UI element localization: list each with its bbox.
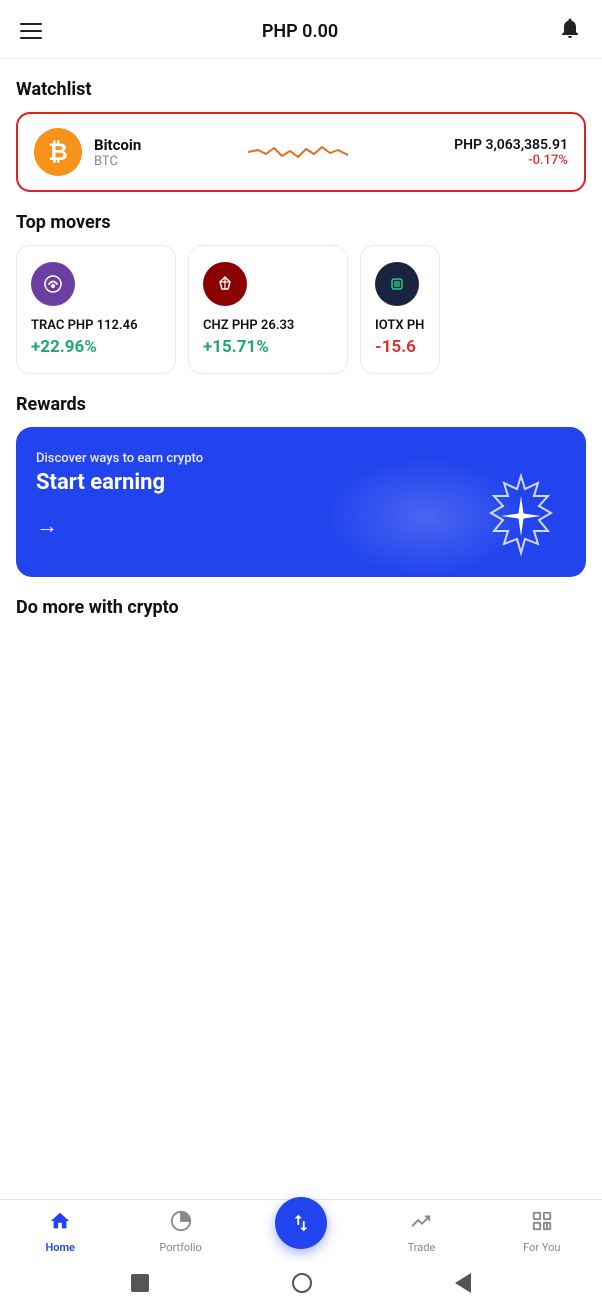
bitcoin-price-info: PHP 3,063,385.91 -0.17% (454, 137, 568, 168)
bitcoin-price: PHP 3,063,385.91 (454, 137, 568, 153)
iotx-symbol: IOTX (375, 318, 404, 333)
trac-logo (31, 262, 75, 306)
trac-ticker-price: TRAC PHP 112.46 (31, 318, 161, 333)
rewards-card[interactable]: Discover ways to earn crypto Start earni… (16, 427, 586, 577)
iotx-ticker-price: IOTX PH (375, 318, 425, 333)
portfolio-icon (170, 1210, 192, 1238)
notification-bell-icon[interactable] (558, 16, 582, 46)
bitcoin-logo: ₿ (34, 128, 82, 176)
bitcoin-change: -0.17% (454, 153, 568, 168)
trade-icon (410, 1210, 432, 1238)
iotx-mover-card[interactable]: IOTX PH -15.6 (360, 245, 440, 374)
main-scroll-area: Watchlist ₿ Bitcoin BTC PHP 3,063,385.91… (0, 59, 602, 1233)
chz-ticker-price: CHZ PHP 26.33 (203, 318, 333, 333)
nav-item-swap[interactable] (241, 1215, 361, 1249)
rewards-subtitle: Discover ways to earn crypto (36, 451, 566, 466)
rewards-badge-icon (476, 471, 566, 561)
bitcoin-icon: ₿ (48, 138, 68, 167)
nav-label-portfolio: Portfolio (159, 1241, 201, 1254)
swap-button[interactable] (275, 1197, 327, 1249)
bitcoin-info: Bitcoin BTC (94, 136, 141, 169)
menu-button[interactable] (20, 23, 42, 39)
chz-change: +15.71% (203, 337, 333, 357)
home-icon (49, 1210, 71, 1238)
nav-item-portfolio[interactable]: Portfolio (120, 1210, 240, 1254)
nav-label-home: Home (45, 1241, 75, 1254)
nav-item-trade[interactable]: Trade (361, 1210, 481, 1254)
top-movers-row: TRAC PHP 112.46 +22.96% CHZ PHP 26.33 +1… (16, 245, 586, 374)
android-recent-button[interactable] (292, 1273, 312, 1293)
trac-symbol: TRAC (31, 318, 64, 333)
iotx-change: -15.6 (375, 337, 425, 357)
bitcoin-watchlist-card[interactable]: ₿ Bitcoin BTC PHP 3,063,385.91 -0.17% (16, 112, 586, 192)
nav-label-foryou: For You (523, 1241, 560, 1254)
bottom-navigation: Home Portfolio Trade (0, 1199, 602, 1262)
android-home-button[interactable] (131, 1274, 149, 1292)
android-system-nav (0, 1262, 602, 1304)
android-back-button[interactable] (455, 1273, 471, 1293)
iotx-logo (375, 262, 419, 306)
bitcoin-symbol: BTC (94, 154, 141, 169)
chz-price: PHP 26.33 (232, 318, 295, 333)
foryou-icon (531, 1210, 553, 1238)
do-more-section-title: Do more with crypto (16, 597, 586, 618)
app-header: PHP 0.00 (0, 0, 602, 59)
chz-logo (203, 262, 247, 306)
top-movers-section-title: Top movers (16, 212, 586, 233)
iotx-price: PH (407, 318, 425, 333)
watchlist-section-title: Watchlist (16, 79, 586, 100)
trac-mover-card[interactable]: TRAC PHP 112.46 +22.96% (16, 245, 176, 374)
chz-mover-card[interactable]: CHZ PHP 26.33 +15.71% (188, 245, 348, 374)
bitcoin-chart (153, 132, 442, 172)
trac-price: PHP 112.46 (68, 318, 138, 333)
rewards-section-title: Rewards (16, 394, 586, 415)
nav-label-trade: Trade (408, 1241, 436, 1254)
nav-item-foryou[interactable]: For You (482, 1210, 602, 1254)
nav-item-home[interactable]: Home (0, 1210, 120, 1254)
bitcoin-name: Bitcoin (94, 136, 141, 154)
header-balance: PHP 0.00 (262, 21, 338, 42)
chz-symbol: CHZ (203, 318, 229, 333)
trac-change: +22.96% (31, 337, 161, 357)
